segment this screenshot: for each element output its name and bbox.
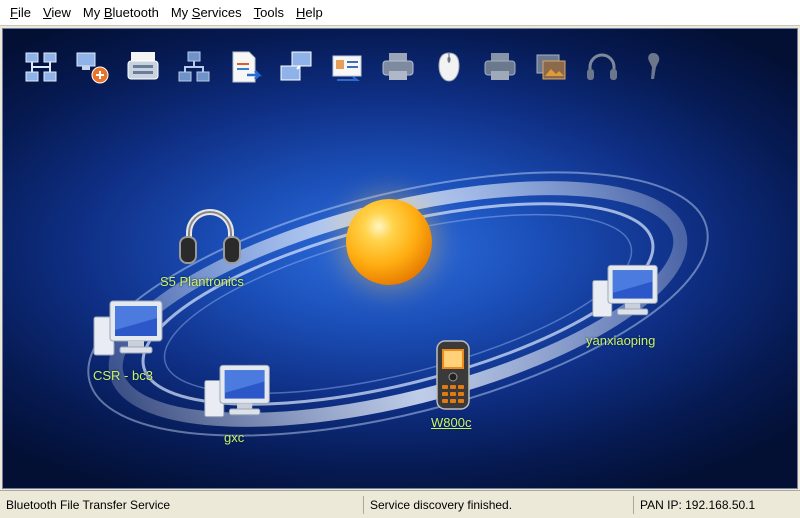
menu-view[interactable]: View	[37, 3, 77, 22]
status-bar: Bluetooth File Transfer Service Service …	[0, 490, 800, 518]
network-tree-icon[interactable]	[21, 47, 61, 87]
dialup-network-icon[interactable]	[72, 47, 112, 87]
computer-icon	[592, 264, 658, 318]
image-transfer-icon[interactable]	[531, 47, 571, 87]
device-computer-yanxiaoping[interactable]	[589, 261, 663, 326]
printer-icon[interactable]	[378, 47, 418, 87]
headphones-icon	[179, 209, 241, 264]
file-transfer-icon[interactable]	[225, 47, 265, 87]
device-computer-csr[interactable]	[90, 297, 168, 364]
computer-icon	[93, 300, 163, 356]
lan-access-icon[interactable]	[174, 47, 214, 87]
local-device-orb[interactable]	[346, 199, 432, 285]
menu-bar: File View My Bluetooth My Services Tools…	[0, 0, 800, 26]
device-label[interactable]: gxc	[224, 430, 244, 445]
device-label[interactable]: CSR - bc3	[93, 368, 153, 383]
device-canvas: S5 Plantronics CSR - bc3 gxc W800c yanxi…	[2, 28, 798, 489]
fax-icon[interactable]	[123, 47, 163, 87]
status-pan-ip: PAN IP: 192.168.50.1	[640, 497, 756, 512]
status-service: Bluetooth File Transfer Service	[0, 495, 364, 514]
headphones-icon[interactable]	[582, 47, 622, 87]
business-card-icon[interactable]	[327, 47, 367, 87]
device-computer-gxc[interactable]	[201, 361, 275, 426]
menu-tools[interactable]: Tools	[248, 3, 290, 22]
headset-icon[interactable]	[633, 47, 673, 87]
status-message: Service discovery finished.	[364, 495, 634, 514]
service-toolbar	[21, 47, 673, 87]
device-phone[interactable]	[433, 339, 473, 416]
device-headphones[interactable]	[175, 199, 245, 276]
device-label[interactable]: S5 Plantronics	[160, 274, 244, 289]
computer-icon	[204, 364, 270, 418]
personal-network-icon[interactable]	[276, 47, 316, 87]
device-label[interactable]: W800c	[431, 415, 471, 430]
menu-my-services[interactable]: My Services	[165, 3, 248, 22]
device-label[interactable]: yanxiaoping	[586, 333, 655, 348]
menu-my-bluetooth[interactable]: My Bluetooth	[77, 3, 165, 22]
mouse-icon[interactable]	[429, 47, 469, 87]
printer-alt-icon[interactable]	[480, 47, 520, 87]
bluetooth-window: File View My Bluetooth My Services Tools…	[0, 0, 800, 518]
mobile-phone-icon	[436, 340, 470, 410]
menu-file[interactable]: File	[4, 3, 37, 22]
menu-help[interactable]: Help	[290, 3, 329, 22]
